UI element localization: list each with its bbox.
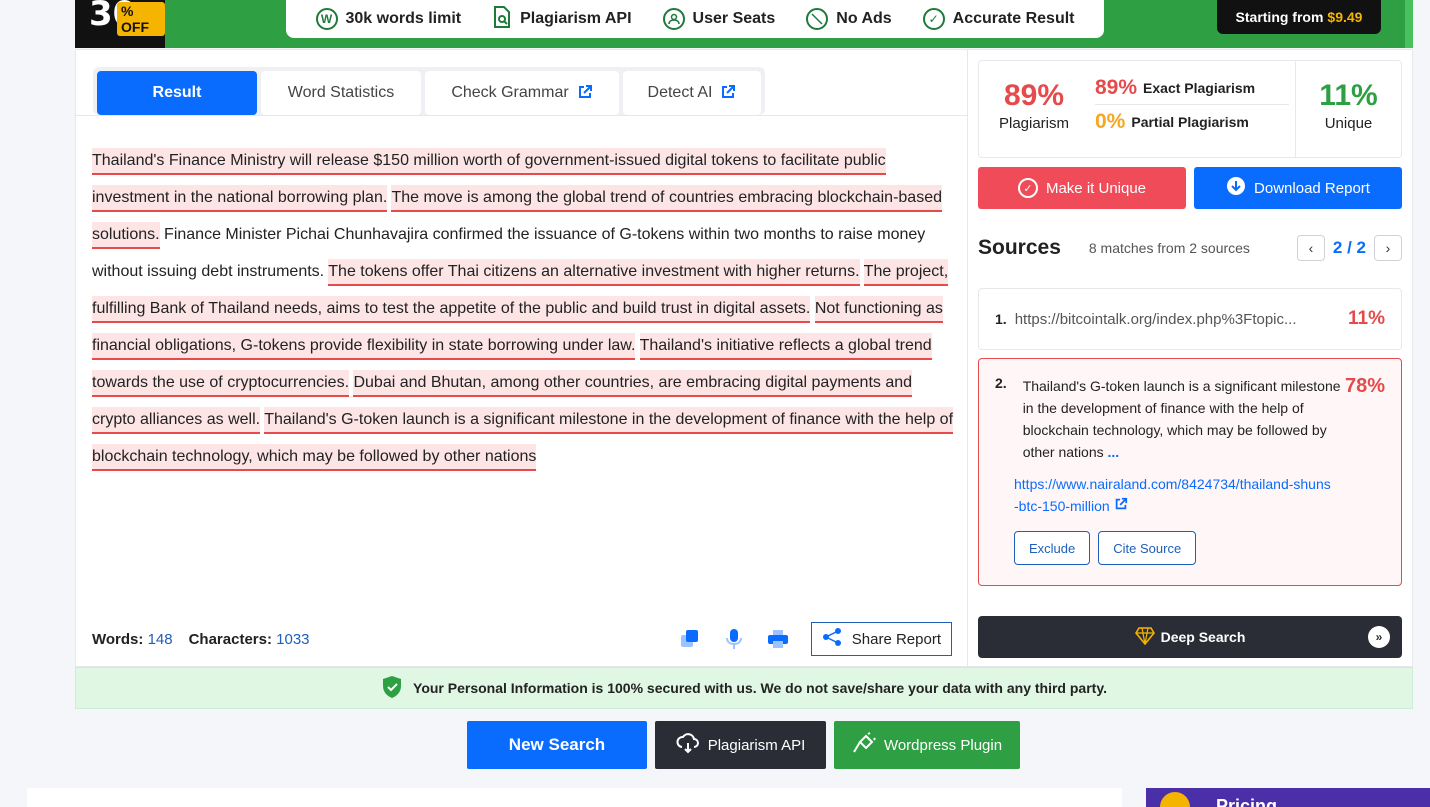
new-search-button[interactable]: New Search — [467, 721, 647, 769]
bottom-actions: New Search Plagiarism API Wordpress Plug… — [467, 721, 1020, 769]
privacy-notice: Your Personal Information is 100% secure… — [75, 667, 1413, 709]
tab-word-statistics[interactable]: Word Statistics — [261, 71, 421, 115]
banner-edge — [1405, 0, 1413, 48]
tool-icons: Share Report — [679, 622, 952, 656]
tab-check-grammar[interactable]: Check Grammar — [425, 71, 619, 115]
source-item[interactable]: 1. https://bitcointalk.org/index.php%3Ft… — [978, 288, 1402, 350]
make-unique-button[interactable]: ✓ Make it Unique — [978, 167, 1186, 209]
cite-source-button[interactable]: Cite Source — [1098, 531, 1197, 565]
text-segment[interactable]: The tokens offer Thai citizens an altern… — [328, 259, 860, 286]
diamond-icon — [1134, 626, 1155, 648]
wordpress-plugin-button[interactable]: Wordpress Plugin — [834, 721, 1020, 769]
badge-icon — [1160, 792, 1190, 807]
pricing-widget[interactable]: Pricing — [1146, 788, 1430, 807]
download-report-button[interactable]: Download Report — [1194, 167, 1402, 209]
result-pane: Result Word Statistics Check Grammar Det… — [76, 50, 968, 668]
sources-header: Sources 8 matches from 2 sources ‹ 2 / 2… — [978, 232, 1402, 264]
share-icon — [822, 627, 842, 651]
result-tabs: Result Word Statistics Check Grammar Det… — [93, 67, 765, 115]
result-card: Result Word Statistics Check Grammar Det… — [75, 49, 1414, 668]
feature-plagiarism-api: Plagiarism API — [492, 5, 632, 33]
character-count: Characters: 1033 — [188, 630, 310, 648]
copy-icon[interactable] — [679, 628, 701, 650]
discount-badge: 30 % OFF — [75, 0, 165, 48]
plug-icon — [852, 732, 876, 758]
source-actions: Exclude Cite Source — [1014, 531, 1385, 565]
exclude-button[interactable]: Exclude — [1014, 531, 1091, 565]
feature-list: W 30k words limit Plagiarism API User Se… — [286, 0, 1104, 38]
download-icon — [1226, 176, 1246, 200]
bottom-section — [27, 788, 1122, 807]
feature-words-limit: W 30k words limit — [315, 8, 461, 30]
sources-pane: 89% Plagiarism 89% Exact Plagiarism 0% P… — [968, 50, 1414, 668]
double-chevron-right-icon: » — [1368, 626, 1390, 648]
plagiarism-score: 89% Plagiarism — [998, 79, 1070, 132]
source-link[interactable]: https://www.nairaland.com/8424734/thaila… — [1014, 473, 1334, 517]
tab-detect-ai[interactable]: Detect AI — [623, 71, 761, 115]
shield-check-icon — [381, 675, 403, 702]
unique-score: 11% Unique — [1295, 61, 1401, 157]
discount-off-label: % OFF — [117, 2, 165, 36]
exact-plagiarism: 89% Exact Plagiarism — [1095, 71, 1289, 105]
feature-user-seats: User Seats — [662, 8, 775, 30]
share-report-button[interactable]: Share Report — [810, 622, 952, 656]
external-link-icon — [577, 84, 593, 103]
more-ellipsis[interactable]: ... — [1108, 444, 1120, 460]
user-icon — [662, 8, 685, 30]
document-search-icon — [492, 5, 512, 33]
word-count: Words: 148 — [92, 630, 173, 648]
source-excerpt: Thailand's G-token launch is a significa… — [1022, 378, 1341, 460]
chevron-left-icon[interactable]: ‹ — [1296, 235, 1325, 261]
plagiarism-api-button[interactable]: Plagiarism API — [655, 721, 826, 769]
source-item-expanded: 2. Thailand's G-token launch is a signif… — [978, 358, 1402, 586]
chevron-right-icon[interactable]: › — [1374, 235, 1402, 261]
partial-plagiarism: 0% Partial Plagiarism — [1095, 110, 1249, 133]
external-link-icon — [1114, 497, 1128, 514]
feature-no-ads: No Ads — [806, 8, 892, 30]
print-icon[interactable] — [767, 628, 789, 650]
sources-pager: ‹ 2 / 2 › — [1296, 235, 1402, 261]
cloud-icon — [676, 732, 700, 758]
microphone-icon[interactable] — [723, 628, 745, 650]
text-stats-bar: Words: 148 Characters: 1033 Share Report — [92, 622, 952, 656]
external-link-icon — [720, 84, 736, 103]
check-circle-icon: ✓ — [1017, 178, 1038, 198]
deep-search-button[interactable]: Deep Search » — [978, 616, 1402, 658]
plagiarism-breakdown: 89% Exact Plagiarism 0% Partial Plagiari… — [1095, 71, 1289, 139]
tab-result[interactable]: Result — [97, 71, 257, 115]
result-actions: ✓ Make it Unique Download Report — [978, 167, 1402, 209]
score-summary: 89% Plagiarism 89% Exact Plagiarism 0% P… — [978, 60, 1402, 158]
checked-text: Thailand's Finance Ministry will release… — [92, 142, 954, 475]
check-circle-icon: ✓ — [922, 8, 945, 30]
tab-divider — [76, 115, 968, 116]
feature-accurate-result: ✓ Accurate Result — [922, 8, 1075, 30]
starting-price[interactable]: Starting from $9.49 — [1217, 0, 1381, 34]
no-ads-icon — [806, 8, 829, 30]
w-circle-icon: W — [315, 8, 338, 30]
promo-banner[interactable]: 30 % OFF W 30k words limit Plagiarism AP… — [75, 0, 1413, 48]
